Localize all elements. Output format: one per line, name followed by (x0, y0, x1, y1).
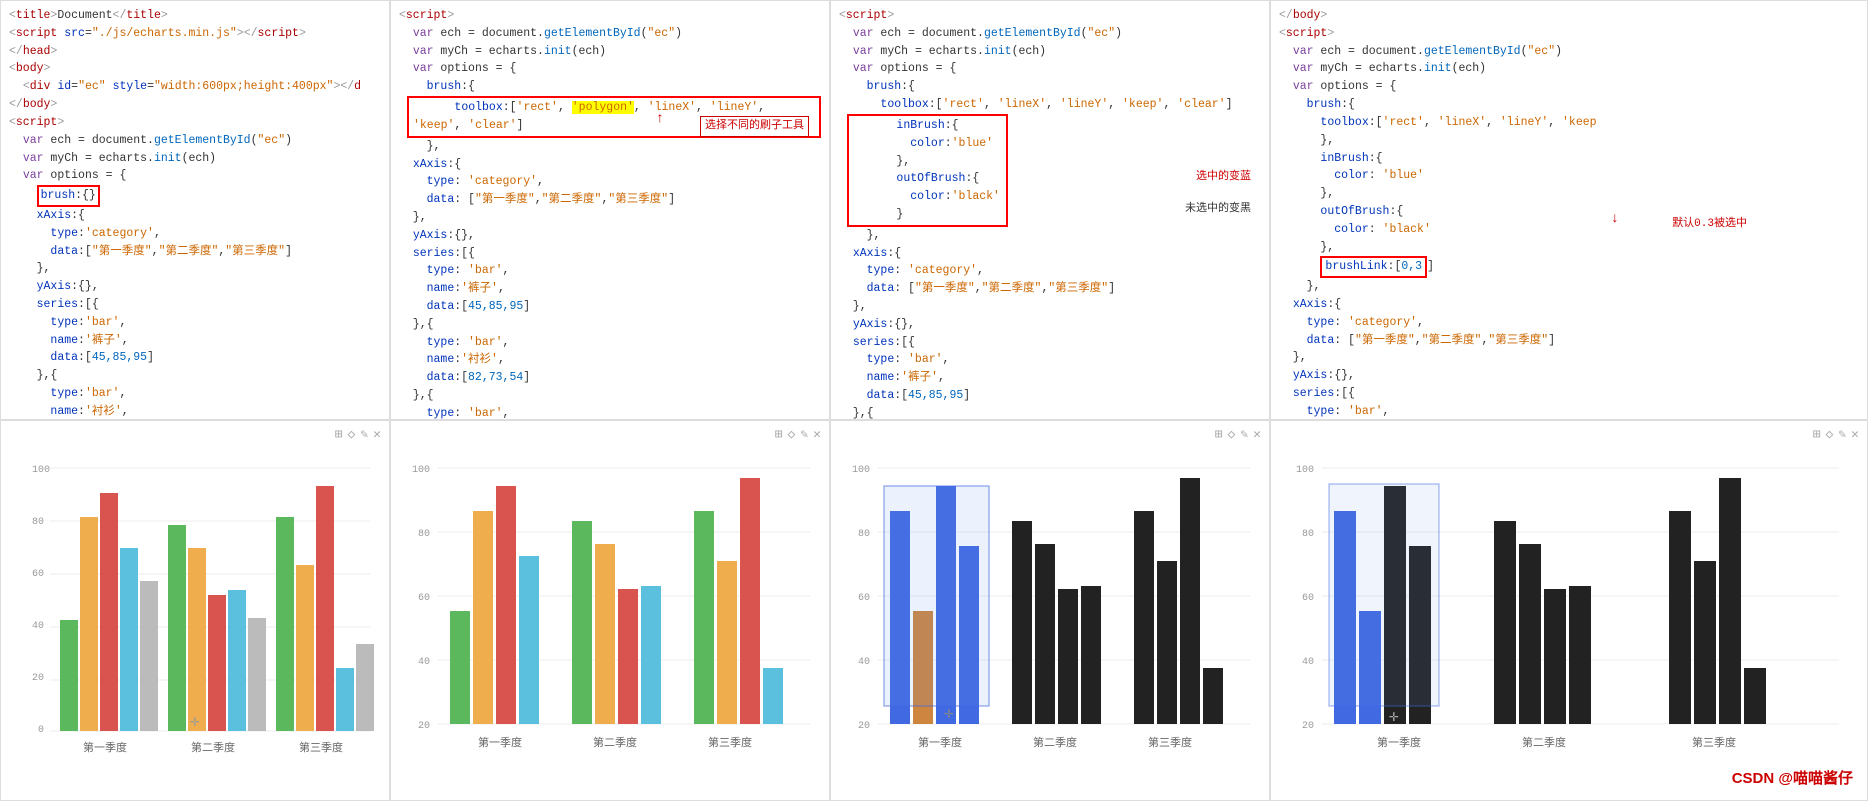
code-panel-2: <script> var ech = document.getElementBy… (390, 0, 830, 420)
chart1-svg: 100 80 60 40 20 0 (10, 456, 380, 796)
chart2-brush2[interactable]: ◇ (788, 427, 796, 442)
chart3-brush2[interactable]: ◇ (1228, 427, 1236, 442)
annotation-outbrush: 未选中的变黑 (1185, 201, 1251, 218)
chart2-svg: 100 80 60 40 20 第一季度 (400, 456, 820, 796)
svg-text:100: 100 (1296, 465, 1314, 476)
svg-text:60: 60 (1302, 593, 1314, 604)
chart4-toolbar[interactable]: ⊞ ◇ ✎ ✕ (1813, 427, 1859, 442)
bottom-row: ⊞ ◇ ✎ ✕ 100 80 60 40 20 0 (0, 420, 1868, 801)
brush-icon-2[interactable]: ◇ (348, 427, 356, 442)
top-row: <title>Document</title> <script src="./j… (0, 0, 1868, 420)
brush-icon-1[interactable]: ⊞ (335, 427, 343, 442)
svg-text:100: 100 (32, 465, 50, 476)
chart1-toolbar[interactable]: ⊞ ◇ ✎ ✕ (335, 427, 381, 442)
svg-text:20: 20 (1302, 721, 1314, 732)
svg-text:40: 40 (1302, 657, 1314, 668)
chart3-svg: 100 80 60 40 20 ✛ (840, 456, 1260, 796)
svg-text:第一季度: 第一季度 (1377, 735, 1421, 750)
svg-text:40: 40 (32, 621, 44, 632)
chart-2: ⊞ ◇ ✎ ✕ 100 80 60 40 20 (390, 420, 830, 801)
svg-text:60: 60 (32, 569, 44, 580)
svg-text:20: 20 (858, 721, 870, 732)
svg-text:40: 40 (858, 657, 870, 668)
chart3-toolbar[interactable]: ⊞ ◇ ✎ ✕ (1215, 427, 1261, 442)
chart4-brush1[interactable]: ⊞ (1813, 427, 1821, 442)
annotation-arrow: ↑ (656, 109, 664, 131)
svg-text:100: 100 (852, 465, 870, 476)
svg-text:✛: ✛ (1389, 708, 1399, 726)
chart2-brush4[interactable]: ✕ (813, 427, 821, 442)
svg-text:第三季度: 第三季度 (708, 735, 752, 750)
annotation-inbrush: 选中的变蓝 (1196, 169, 1251, 186)
code-panel-4: </body> <script> var ech = document.getE… (1270, 0, 1868, 420)
code-content-4: </body> <script> var ech = document.getE… (1279, 7, 1859, 420)
chart2-brush1[interactable]: ⊞ (775, 427, 783, 442)
svg-text:60: 60 (858, 593, 870, 604)
svg-text:✛: ✛ (190, 713, 200, 731)
code-content-1: <title>Document</title> <script src="./j… (9, 7, 381, 420)
chart4-svg: 100 80 60 40 20 ✛ (1284, 456, 1854, 796)
svg-text:第一季度: 第一季度 (478, 735, 522, 750)
svg-text:80: 80 (858, 529, 870, 540)
svg-text:20: 20 (32, 673, 44, 684)
csdn-badge: CSDN @喵喵酱仔 (1732, 767, 1853, 788)
code-panel-3: <script> var ech = document.getElementBy… (830, 0, 1270, 420)
brush-icon-4[interactable]: ✕ (373, 427, 381, 442)
svg-text:80: 80 (32, 517, 44, 528)
chart-4: ⊞ ◇ ✎ ✕ 100 80 60 40 20 ✛ (1270, 420, 1868, 801)
svg-text:20: 20 (418, 721, 430, 732)
svg-text:60: 60 (418, 593, 430, 604)
svg-text:第二季度: 第二季度 (1033, 735, 1077, 750)
chart3-brush1[interactable]: ⊞ (1215, 427, 1223, 442)
chart-3: ⊞ ◇ ✎ ✕ 100 80 60 40 20 ✛ (830, 420, 1270, 801)
svg-text:第二季度: 第二季度 (593, 735, 637, 750)
svg-text:第三季度: 第三季度 (1692, 735, 1736, 750)
svg-text:第一季度: 第一季度 (918, 735, 962, 750)
chart-1: ⊞ ◇ ✎ ✕ 100 80 60 40 20 0 (0, 420, 390, 801)
chart4-brush2[interactable]: ◇ (1826, 427, 1834, 442)
svg-text:第二季度: 第二季度 (191, 740, 235, 755)
chart2-toolbar[interactable]: ⊞ ◇ ✎ ✕ (775, 427, 821, 442)
code-content-2: <script> var ech = document.getElementBy… (399, 7, 821, 420)
svg-text:第三季度: 第三季度 (1148, 735, 1192, 750)
chart2-brush3[interactable]: ✎ (800, 427, 808, 442)
svg-text:100: 100 (412, 465, 430, 476)
chart4-brush4[interactable]: ✕ (1851, 427, 1859, 442)
chart4-brush3[interactable]: ✎ (1838, 427, 1846, 442)
svg-text:第二季度: 第二季度 (1522, 735, 1566, 750)
svg-text:40: 40 (418, 657, 430, 668)
annotation-toolbox: 选择不同的刷子工具 (700, 116, 809, 137)
svg-text:80: 80 (1302, 529, 1314, 540)
annotation-brushlink: 默认0.3被选中 (1672, 216, 1747, 233)
svg-text:✛: ✛ (944, 705, 954, 723)
annotation-brushlink-arrow: ↓ (1611, 209, 1619, 231)
chart3-brush3[interactable]: ✎ (1240, 427, 1248, 442)
svg-text:80: 80 (418, 529, 430, 540)
brush-icon-3[interactable]: ✎ (360, 427, 368, 442)
chart3-brush4[interactable]: ✕ (1253, 427, 1261, 442)
code-panel-1: <title>Document</title> <script src="./j… (0, 0, 390, 420)
svg-text:0: 0 (38, 725, 44, 736)
svg-text:第一季度: 第一季度 (83, 740, 127, 755)
svg-text:第三季度: 第三季度 (299, 740, 343, 755)
